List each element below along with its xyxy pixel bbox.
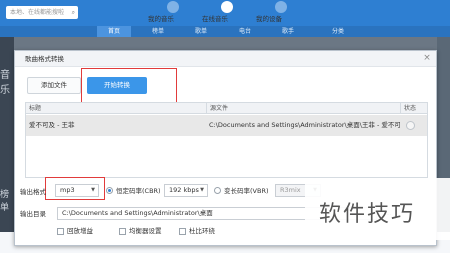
background-panel-left: 音乐 榜单 bbox=[0, 37, 14, 253]
top-nav-online-music[interactable]: 在线音乐 bbox=[202, 0, 252, 26]
chevron-down-icon: ▼ bbox=[91, 187, 95, 193]
output-format-value: mp3 bbox=[60, 186, 75, 194]
tab-categories[interactable]: 分类 bbox=[321, 26, 355, 37]
app-top-bar: 本地、在线都能搜啦 ⌕ 我的音乐 在线音乐 我的设备 bbox=[0, 0, 450, 26]
cbr-bitrate-value: 192 kbps bbox=[169, 186, 199, 194]
tab-artists[interactable]: 歌手 bbox=[271, 26, 305, 37]
online-music-icon bbox=[221, 1, 233, 13]
file-table: 标题 源文件 状态 爱不可及 - 王菲 C:\Documents and Set… bbox=[25, 102, 428, 178]
cbr-radio[interactable] bbox=[106, 187, 113, 194]
output-format-select[interactable]: mp3 ▼ bbox=[55, 184, 99, 197]
vbr-label: 变长码率(VBR) bbox=[224, 187, 269, 195]
row-source: C:\Documents and Settings\Administrator\… bbox=[209, 121, 400, 129]
top-nav-label: 我的设备 bbox=[256, 15, 282, 23]
equalizer-label: 均衡器设置 bbox=[129, 227, 162, 235]
watermark: 软件技巧 bbox=[305, 178, 450, 240]
vbr-preset-value: R3mix bbox=[280, 186, 301, 194]
table-header: 标题 源文件 状态 bbox=[26, 103, 427, 114]
start-conversion-button[interactable]: 开始转换 bbox=[87, 77, 147, 94]
tab-charts[interactable]: 榜单 bbox=[141, 26, 175, 37]
replay-gain-label: 回放增益 bbox=[67, 227, 93, 235]
search-input[interactable]: 本地、在线都能搜啦 ⌕ bbox=[6, 6, 78, 19]
row-title: 爱不可及 - 王菲 bbox=[29, 121, 75, 129]
cbr-label: 恒定码率(CBR) bbox=[116, 187, 161, 195]
cbr-bitrate-select[interactable]: 192 kbps ▼ bbox=[164, 184, 208, 197]
background-heading: 榜单 bbox=[0, 190, 10, 213]
dolby-surround-checkbox[interactable] bbox=[179, 228, 186, 235]
chevron-down-icon: ▼ bbox=[200, 187, 204, 193]
column-header-status[interactable]: 状态 bbox=[400, 103, 429, 114]
top-nav-label: 在线音乐 bbox=[202, 15, 228, 23]
column-header-title[interactable]: 标题 bbox=[26, 103, 206, 114]
search-placeholder: 本地、在线都能搜啦 bbox=[10, 9, 65, 16]
dialog-title: 歌曲格式转换 bbox=[15, 51, 436, 67]
vbr-radio[interactable] bbox=[214, 187, 221, 194]
top-nav-label: 我的音乐 bbox=[148, 15, 174, 23]
dolby-surround-label: 杜比环绕 bbox=[189, 227, 215, 235]
add-files-button[interactable]: 添加文件 bbox=[27, 77, 81, 94]
music-icon bbox=[167, 1, 179, 13]
category-tab-bar: 首页 榜单 歌单 电台 歌手 分类 bbox=[0, 26, 450, 37]
equalizer-checkbox[interactable] bbox=[119, 228, 126, 235]
watermark-text: 软件技巧 bbox=[319, 202, 416, 227]
tab-playlists[interactable]: 歌单 bbox=[184, 26, 218, 37]
search-icon[interactable]: ⌕ bbox=[72, 6, 75, 19]
top-nav-my-music[interactable]: 我的音乐 bbox=[148, 0, 198, 26]
output-format-label: 输出格式 bbox=[20, 188, 46, 196]
table-row[interactable]: 爱不可及 - 王菲 C:\Documents and Settings\Admi… bbox=[26, 115, 427, 136]
background-heading: 音乐 bbox=[0, 70, 10, 96]
tab-radio[interactable]: 电台 bbox=[228, 26, 262, 37]
tab-home[interactable]: 首页 bbox=[97, 26, 131, 37]
output-directory-label: 输出目录 bbox=[20, 210, 46, 218]
device-icon bbox=[275, 1, 287, 13]
top-nav-my-devices[interactable]: 我的设备 bbox=[256, 0, 306, 26]
column-header-source[interactable]: 源文件 bbox=[206, 103, 400, 114]
close-icon[interactable]: × bbox=[421, 52, 433, 64]
replay-gain-checkbox[interactable] bbox=[57, 228, 64, 235]
status-icon bbox=[406, 121, 415, 130]
